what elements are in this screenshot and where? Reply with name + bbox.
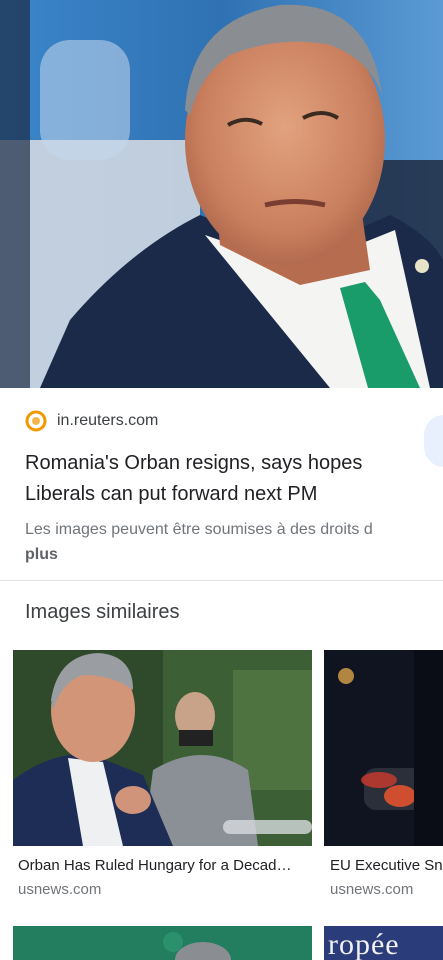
source-row[interactable]: in.reuters.com	[25, 410, 158, 432]
similar-image-caption[interactable]: Orban Has Ruled Hungary for a Decad…	[18, 857, 308, 874]
result-title[interactable]: Romania's Orban resigns, says hopes Libe…	[25, 448, 425, 510]
similar-image-thumbnail[interactable]	[13, 926, 312, 960]
similar-image-site: usnews.com	[18, 881, 102, 898]
similar-image-caption[interactable]: EU Executive Sn	[330, 857, 443, 874]
divider	[0, 580, 443, 581]
thumbnail-overlay-text: ropée	[328, 928, 400, 960]
more-link[interactable]: plus	[25, 546, 58, 564]
similar-image-thumbnail[interactable]: ropée	[324, 926, 443, 960]
reuters-logo-icon	[25, 410, 47, 432]
similar-images-heading: Images similaires	[25, 601, 180, 623]
similar-image-thumbnail[interactable]	[13, 650, 312, 846]
similar-image-site: usnews.com	[330, 881, 414, 898]
similar-image-thumbnail[interactable]	[324, 650, 443, 846]
hero-image[interactable]	[0, 0, 443, 388]
rights-notice: Les images peuvent être soumises à des d…	[25, 521, 373, 538]
source-domain: in.reuters.com	[57, 412, 159, 429]
